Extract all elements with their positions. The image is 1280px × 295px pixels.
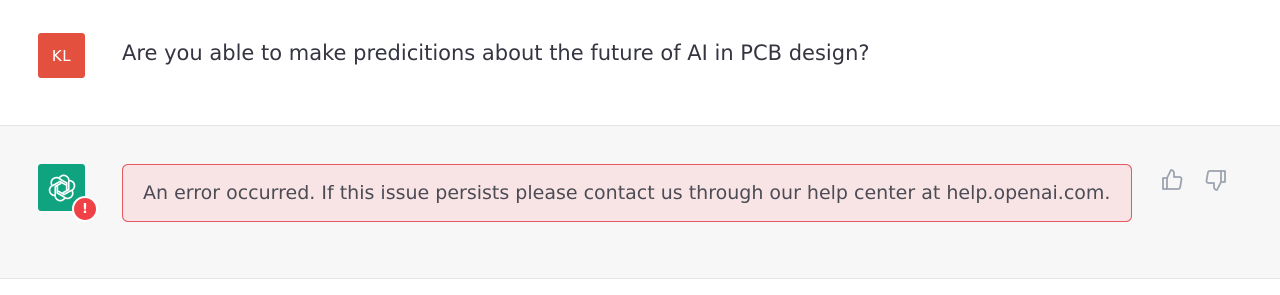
error-message-text: An error occurred. If this issue persist… <box>143 182 1111 204</box>
feedback-buttons <box>1160 168 1228 192</box>
thumbs-up-icon[interactable] <box>1160 168 1184 192</box>
assistant-message-row: ! An error occurred. If this issue persi… <box>0 126 1280 279</box>
thumbs-down-icon[interactable] <box>1204 168 1228 192</box>
error-badge-icon: ! <box>72 196 98 222</box>
user-message-row: KL Are you able to make predicitions abo… <box>0 0 1280 126</box>
user-avatar-initials: KL <box>51 46 72 65</box>
error-message-box: An error occurred. If this issue persist… <box>122 164 1132 222</box>
user-message-text: Are you able to make predicitions about … <box>122 41 870 65</box>
user-avatar: KL <box>38 33 85 78</box>
